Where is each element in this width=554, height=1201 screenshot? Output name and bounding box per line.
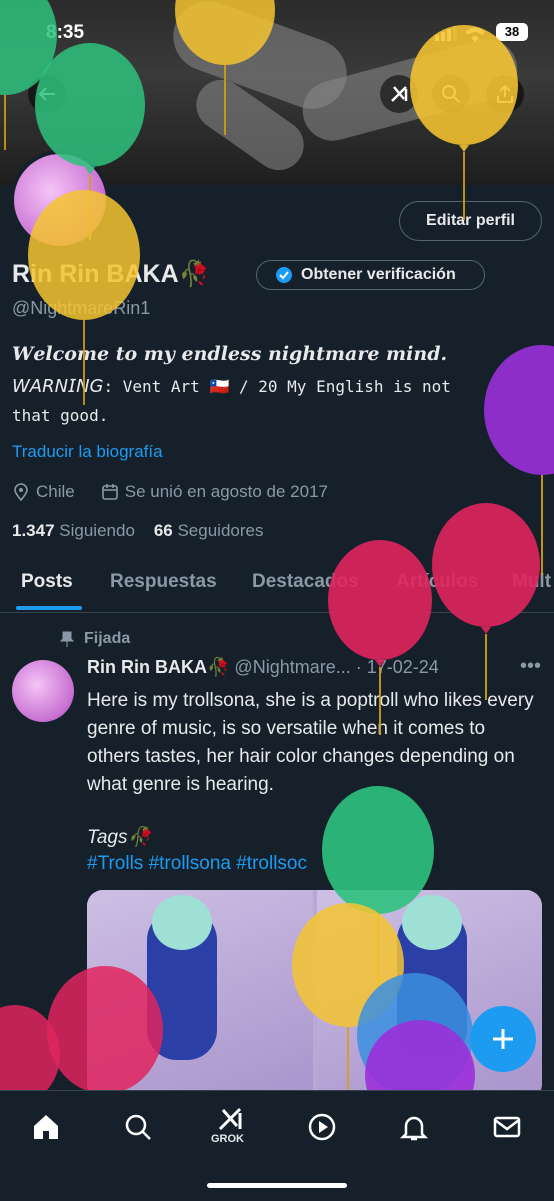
more-options-icon[interactable]: •••	[520, 655, 541, 678]
plus-icon	[493, 1029, 513, 1049]
following-count: 1.347	[12, 521, 55, 540]
tab-media[interactable]: Mult	[512, 571, 551, 593]
bio-line-1: 𝑾𝒆𝒍𝒄𝒐𝒎𝒆 𝒕𝒐 𝒎𝒚 𝒆𝒏𝒅𝒍𝒆𝒔𝒔 𝒏𝒊𝒈𝒉𝒕𝒎𝒂𝒓𝒆 𝒎𝒊𝒏𝒅.	[12, 343, 448, 365]
tweet-header: Rin Rin BAKA🥀 @Nightmare... · 17-02-24	[87, 657, 439, 678]
compose-button[interactable]	[470, 1006, 536, 1072]
tweet-handle-date: @Nightmare... · 17-02-24	[234, 657, 439, 677]
status-bar: 8:35 38	[0, 0, 554, 60]
status-time: 8:35	[46, 22, 85, 43]
pin-icon	[60, 631, 74, 647]
video-play-icon[interactable]	[302, 1107, 342, 1147]
location-icon	[14, 483, 28, 501]
edit-profile-button[interactable]: Editar perfil	[399, 201, 542, 241]
follow-stats: 1.347 Siguiendo 66 Seguidores	[12, 521, 263, 541]
followers-link[interactable]: 66 Seguidores	[154, 521, 264, 540]
profile-avatar[interactable]	[10, 150, 110, 250]
share-icon[interactable]	[486, 75, 524, 113]
location-text: Chile	[36, 482, 75, 501]
profile-meta: Chile Se unió en agosto de 2017	[12, 482, 328, 502]
media-image-1[interactable]	[87, 890, 313, 1100]
get-verified-label: Obtener verificación	[301, 266, 456, 283]
tab-posts[interactable]: Posts	[21, 571, 73, 593]
bio-warning: 𝘞𝘈𝘙𝘕𝘐𝘕𝘎	[12, 376, 104, 396]
following-link[interactable]: 1.347 Siguiendo	[12, 521, 135, 540]
grok-nav-label: GROK	[211, 1133, 244, 1145]
calendar-icon	[101, 484, 118, 500]
tab-replies[interactable]: Respuestas	[110, 571, 217, 593]
home-icon[interactable]	[26, 1107, 66, 1147]
search-icon[interactable]	[432, 75, 470, 113]
profile-handle: @NightmareRin1	[12, 298, 151, 318]
tab-highlights[interactable]: Destacados	[252, 571, 359, 593]
grok-icon[interactable]	[380, 75, 418, 113]
profile-tabs: Posts Respuestas Destacados Artículos Mu…	[0, 558, 554, 613]
get-verified-button[interactable]: Obtener verificación	[256, 260, 485, 290]
tweet-avatar[interactable]	[12, 660, 74, 722]
tweet-tags-label: Tags🥀	[87, 827, 152, 848]
balloon-purple-1	[484, 345, 554, 575]
tweet-media[interactable]	[87, 890, 542, 1100]
tweet-hashtags[interactable]: #Trolls #trollsona #trollsoc	[87, 853, 307, 875]
tab-articles[interactable]: Artículos	[396, 571, 478, 593]
messages-envelope-icon[interactable]	[487, 1107, 527, 1147]
profile-name: Rin Rin BAKA🥀	[12, 260, 210, 288]
pinned-label: Fijada	[84, 630, 131, 647]
battery-icon: 38	[496, 23, 528, 41]
followers-count: 66	[153, 521, 173, 540]
tweet-text: Here is my trollsona, she is a poptroll …	[87, 690, 534, 795]
pinned-indicator: Fijada	[60, 630, 130, 648]
translate-bio-link[interactable]: Traducir la biografía	[12, 442, 163, 462]
following-label: Siguiendo	[59, 521, 135, 540]
verified-badge-icon	[276, 267, 292, 283]
active-tab-indicator	[16, 606, 82, 610]
home-indicator	[207, 1183, 347, 1188]
bio-line-2: 𝘞𝘈𝘙𝘕𝘐𝘕𝘎: 𝚅𝚎𝚗𝚝 𝙰𝚛𝚝 🇨🇱 / 20 My English is …	[12, 372, 492, 430]
followers-label: Seguidores	[177, 521, 264, 540]
notifications-bell-icon[interactable]	[394, 1107, 434, 1147]
back-arrow-icon[interactable]	[28, 75, 66, 113]
signal-icon	[435, 26, 485, 42]
joined-text: Se unió en agosto de 2017	[124, 482, 328, 501]
explore-search-icon[interactable]	[118, 1107, 158, 1147]
tweet-author-name[interactable]: Rin Rin BAKA🥀	[87, 657, 229, 677]
